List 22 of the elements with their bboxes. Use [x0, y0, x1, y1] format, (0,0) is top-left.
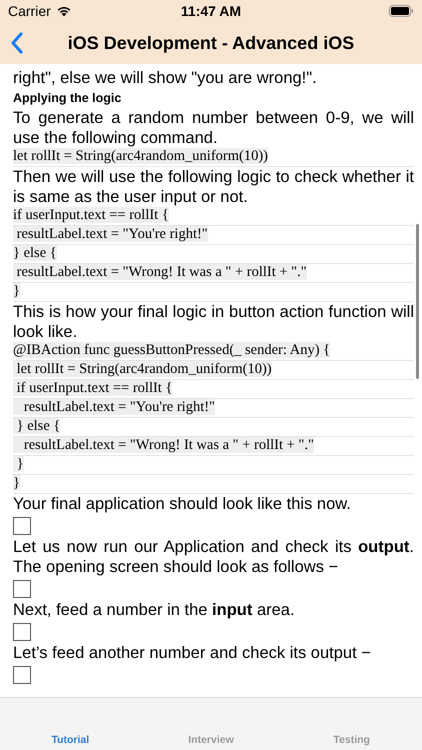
nav-title: iOS Development - Advanced iOS	[66, 32, 356, 54]
battery-icon	[389, 5, 414, 17]
image-placeholder	[13, 666, 31, 684]
paragraph: right", else we will show "you are wrong!".	[13, 68, 318, 88]
paragraph: Then we will use the following logic to check whether it is same as the user input or not.	[13, 167, 414, 207]
paragraph: To generate a random number between 0-9, we will use the following command.	[13, 108, 414, 148]
wifi-icon	[56, 5, 72, 17]
section-heading: Applying the logic	[13, 91, 122, 105]
carrier-label: Carrier	[8, 3, 51, 19]
tab[interactable]: Interview	[140, 734, 282, 748]
paragraph: Let us now run our Application and check its output. The opening screen should look as follows −	[13, 537, 414, 577]
tab[interactable]: Testing	[281, 734, 422, 748]
image-placeholder	[13, 517, 31, 535]
paragraph: Your final application should look like this now.	[13, 494, 352, 514]
image-placeholder	[13, 623, 31, 641]
paragraph: Let’s feed another number and check its output −	[13, 643, 372, 663]
paragraph: Next, feed a number in the input area.	[13, 600, 296, 620]
back-button[interactable]	[10, 32, 24, 54]
tab[interactable]: Tutorial	[0, 734, 141, 748]
paragraph: This is how your final logic in button action function will look like.	[13, 302, 414, 342]
clock-time: 11:47 AM	[180, 3, 242, 19]
image-placeholder	[13, 580, 31, 598]
